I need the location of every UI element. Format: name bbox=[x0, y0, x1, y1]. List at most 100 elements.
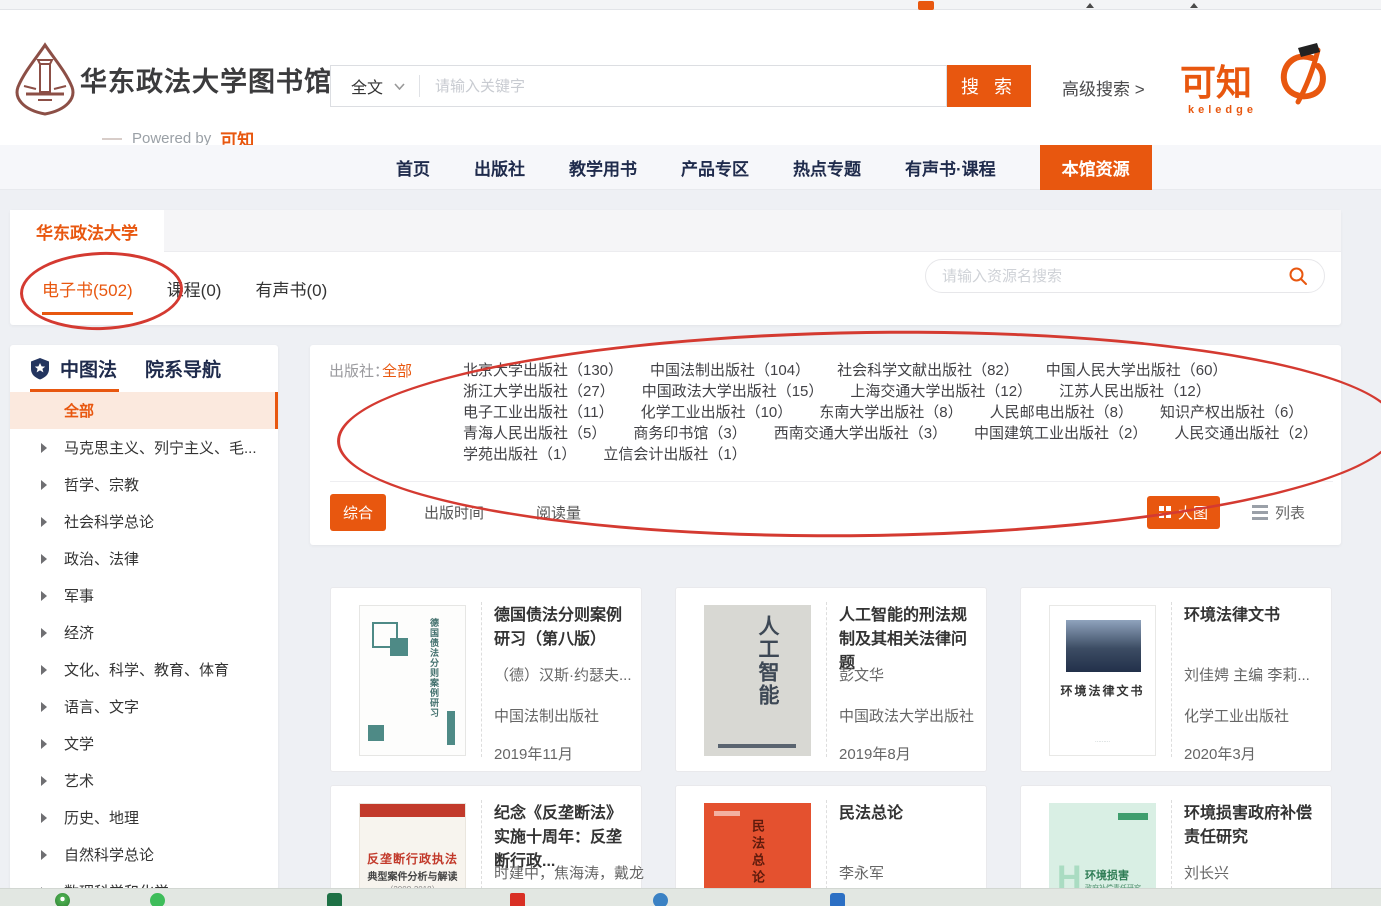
view-list-button[interactable]: 列表 bbox=[1252, 502, 1305, 523]
publisher-option[interactable]: 中国建筑工业出版社（2） bbox=[974, 425, 1147, 442]
book-publisher: 化学工业出版社 bbox=[1184, 705, 1289, 726]
book-date: 2019年8月 bbox=[839, 743, 911, 764]
chevron-down-icon bbox=[394, 83, 405, 90]
category-item[interactable]: 哲学、宗教 bbox=[10, 466, 278, 503]
taskbar-teal-app-icon[interactable] bbox=[653, 893, 668, 906]
tab-courses[interactable]: 课程(0) bbox=[167, 276, 222, 301]
view-large-grid-button[interactable]: 大图 bbox=[1147, 496, 1220, 529]
publisher-row: 青海人民出版社（5） 商务印书馆（3） 西南交通大学出版社（3） 中国建筑工业出版社（… bbox=[463, 423, 1331, 444]
publisher-option[interactable]: 商务印书馆（3） bbox=[633, 425, 746, 442]
category-label: 哲学、宗教 bbox=[64, 474, 139, 495]
publisher-option[interactable]: 学苑出版社（1） bbox=[463, 446, 576, 463]
category-item[interactable]: 社会科学总论 bbox=[10, 503, 278, 540]
taskbar-browser-icon[interactable] bbox=[55, 893, 70, 906]
publisher-option[interactable]: 知识产权出版社（6） bbox=[1160, 404, 1303, 421]
filter-sort-divider bbox=[330, 481, 1333, 482]
shield-icon bbox=[30, 357, 50, 380]
category-item-all[interactable]: 全部 bbox=[10, 392, 278, 429]
sidebar-tab-clc[interactable]: 中图法 bbox=[60, 355, 117, 382]
book-cover: 人工智能 bbox=[704, 605, 811, 756]
category-item[interactable]: 政治、法律 bbox=[10, 540, 278, 577]
publisher-option[interactable]: 中国政法大学出版社（15） bbox=[642, 383, 824, 400]
nav-item-product-zone[interactable]: 产品专区 bbox=[681, 155, 749, 180]
search-button[interactable]: 搜 索 bbox=[947, 65, 1031, 107]
book-info: 人工智能的刑法规制及其相关法律问题 彭文华 中国政法大学出版社 2019年8月 bbox=[839, 588, 978, 771]
keledge-logo-subtext: keledge bbox=[1188, 104, 1257, 116]
keledge-logo[interactable]: 可知 keledge bbox=[1180, 40, 1340, 126]
book-card[interactable]: 人工智能 人工智能的刑法规制及其相关法律问题 彭文华 中国政法大学出版社 201… bbox=[675, 587, 987, 772]
resource-search-input[interactable] bbox=[942, 268, 1288, 285]
book-author: 刘佳娉 主编 李莉... bbox=[1184, 664, 1310, 685]
publisher-option[interactable]: 电子工业出版社（11） bbox=[463, 404, 614, 421]
taskbar-blue-app-icon[interactable] bbox=[830, 893, 845, 906]
sort-publish-date-button[interactable]: 出版时间 bbox=[424, 502, 484, 523]
category-item[interactable]: 语言、文字 bbox=[10, 688, 278, 725]
book-title: 环境法律文书 bbox=[1184, 604, 1323, 628]
taskbar-wechat-icon[interactable] bbox=[150, 893, 165, 906]
sidebar-tab-departments[interactable]: 院系导航 bbox=[145, 355, 221, 382]
publisher-option[interactable]: 人民邮电出版社（8） bbox=[990, 404, 1133, 421]
category-item[interactable]: 历史、地理 bbox=[10, 799, 278, 836]
nav-item-library-resources[interactable]: 本馆资源 bbox=[1040, 145, 1152, 190]
caret-right-icon bbox=[41, 813, 47, 823]
category-label: 历史、地理 bbox=[64, 807, 139, 828]
publisher-option[interactable]: 西南交通大学出版社（3） bbox=[774, 425, 947, 442]
book-cover: 环境法律文书 ········· bbox=[1049, 605, 1156, 756]
taskbar-red-app-icon[interactable] bbox=[510, 893, 525, 906]
nav-item-home[interactable]: 首页 bbox=[396, 155, 430, 180]
book-info: 德国债法分则案例研习（第八版） （德）汉斯·约瑟夫... 中国法制出版社 201… bbox=[494, 588, 633, 771]
publisher-option[interactable]: 北京大学出版社（130） bbox=[463, 362, 623, 379]
caret-right-icon bbox=[41, 739, 47, 749]
category-label: 政治、法律 bbox=[64, 548, 139, 569]
category-item[interactable]: 经济 bbox=[10, 614, 278, 651]
caret-right-icon bbox=[41, 702, 47, 712]
category-item[interactable]: 马克思主义、列宁主义、毛... bbox=[10, 429, 278, 466]
org-tab[interactable]: 华东政法大学 bbox=[10, 210, 164, 252]
category-item[interactable]: 文学 bbox=[10, 725, 278, 762]
view-large-label: 大图 bbox=[1178, 502, 1208, 523]
card-divider bbox=[481, 602, 482, 757]
taskbar-excel-icon[interactable] bbox=[327, 893, 342, 906]
nav-item-publishers[interactable]: 出版社 bbox=[474, 155, 525, 180]
sort-comprehensive-button[interactable]: 综合 bbox=[330, 494, 386, 531]
category-item[interactable]: 文化、科学、教育、体育 bbox=[10, 651, 278, 688]
publisher-option[interactable]: 中国人民大学出版社（60） bbox=[1046, 362, 1228, 379]
publisher-option[interactable]: 青海人民出版社（5） bbox=[463, 425, 606, 442]
category-item[interactable]: 军事 bbox=[10, 577, 278, 614]
publisher-filter-all[interactable]: 全部 bbox=[382, 360, 412, 381]
publisher-option[interactable]: 东南大学出版社（8） bbox=[819, 404, 962, 421]
publisher-option[interactable]: 人民交通出版社（2） bbox=[1174, 425, 1317, 442]
list-view-icon bbox=[1252, 505, 1268, 520]
book-card[interactable]: 环境法律文书 ········· 环境法律文书 刘佳娉 主编 李莉... 化学工… bbox=[1020, 587, 1332, 772]
nav-item-teaching-books[interactable]: 教学用书 bbox=[569, 155, 637, 180]
search-icon[interactable] bbox=[1288, 266, 1308, 286]
nav-item-audiobooks-courses[interactable]: 有声书·课程 bbox=[905, 155, 996, 180]
publisher-option[interactable]: 上海交通大学出版社（12） bbox=[850, 383, 1032, 400]
publisher-option[interactable]: 立信会计出版社（1） bbox=[603, 446, 746, 463]
book-cover: 德国债法分则案例研习 bbox=[359, 605, 466, 756]
book-date: 2020年3月 bbox=[1184, 743, 1256, 764]
publisher-option[interactable]: 社会科学文献出版社（82） bbox=[837, 362, 1019, 379]
nav-item-hot-topics[interactable]: 热点专题 bbox=[793, 155, 861, 180]
book-info: 环境法律文书 刘佳娉 主编 李莉... 化学工业出版社 2020年3月 bbox=[1184, 588, 1323, 771]
view-toggle-group: 大图 列表 bbox=[1147, 496, 1305, 529]
category-label: 自然科学总论 bbox=[64, 844, 154, 865]
book-author: （德）汉斯·约瑟夫... bbox=[494, 664, 632, 685]
publisher-option[interactable]: 江苏人民出版社（12） bbox=[1059, 383, 1211, 400]
book-title: 民法总论 bbox=[839, 802, 978, 826]
book-card[interactable]: 德国债法分则案例研习 德国债法分则案例研习（第八版） （德）汉斯·约瑟夫... … bbox=[330, 587, 642, 772]
book-date: 2019年11月 bbox=[494, 743, 573, 764]
tab-ebooks[interactable]: 电子书(502) bbox=[42, 276, 133, 301]
publisher-option[interactable]: 中国法制出版社（104） bbox=[650, 362, 810, 379]
main-search-input[interactable] bbox=[420, 66, 946, 106]
tab-audiobooks[interactable]: 有声书(0) bbox=[255, 276, 327, 301]
publisher-option[interactable]: 浙江大学出版社（27） bbox=[463, 383, 615, 400]
category-item[interactable]: 自然科学总论 bbox=[10, 836, 278, 873]
category-sidebar: 中图法 院系导航 全部 马克思主义、列宁主义、毛... 哲学、宗教 社会科学总论… bbox=[10, 345, 278, 890]
sort-read-count-button[interactable]: 阅读量 bbox=[536, 502, 581, 523]
category-item[interactable]: 艺术 bbox=[10, 762, 278, 799]
search-scope-dropdown[interactable]: 全文 bbox=[331, 74, 419, 98]
publisher-option[interactable]: 化学工业出版社（10） bbox=[641, 404, 793, 421]
caret-right-icon bbox=[41, 517, 47, 527]
advanced-search-link[interactable]: 高级搜索 > bbox=[1062, 75, 1145, 100]
